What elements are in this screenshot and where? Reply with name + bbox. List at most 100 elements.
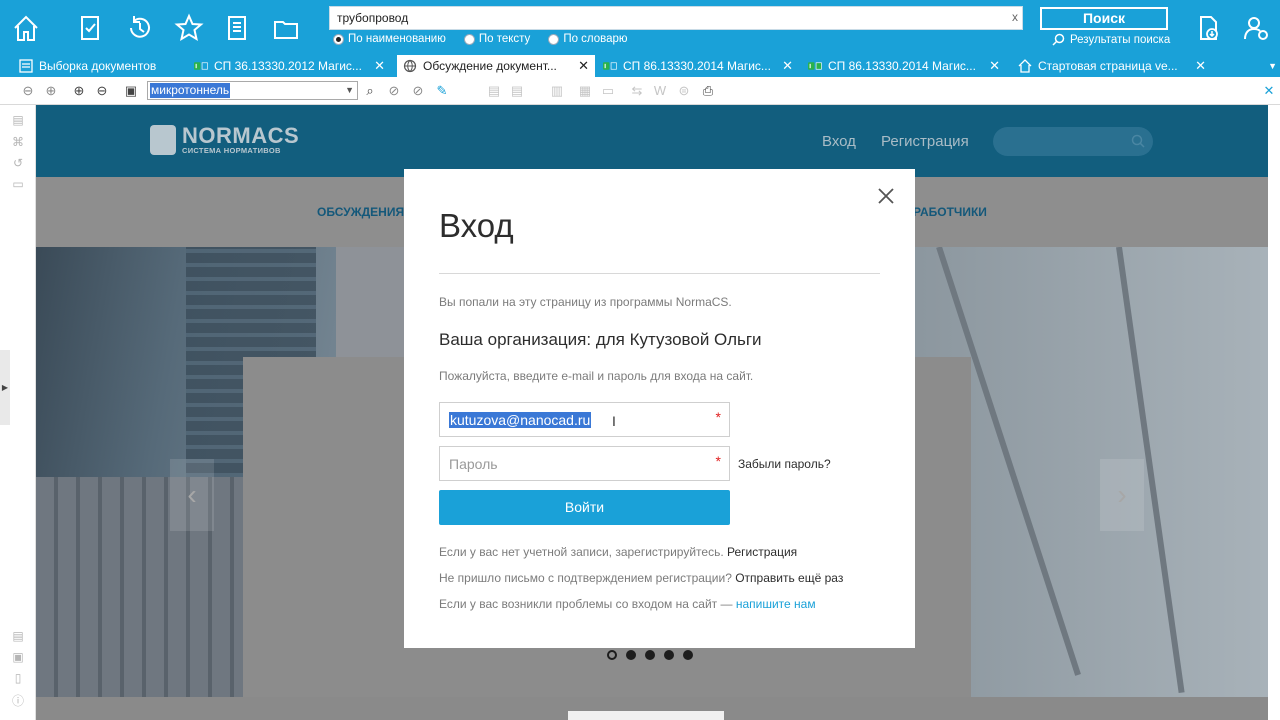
email-value[interactable]: kutuzova@nanocad.ru	[449, 412, 592, 428]
unpin-icon[interactable]: ✕	[1261, 83, 1277, 99]
resize-handle[interactable]	[568, 711, 724, 720]
site-login-link[interactable]: Вход	[822, 133, 856, 150]
page-options-icon[interactable]: ▤	[509, 83, 525, 99]
forward-icon[interactable]: ⊕	[43, 83, 59, 99]
write-us-link[interactable]: напишите нам	[736, 597, 816, 611]
instruction-text: Пожалуйста, введите e-mail и пароль для …	[439, 369, 754, 383]
close-icon[interactable]: ✕	[782, 58, 793, 74]
carousel-dot[interactable]	[683, 650, 693, 660]
user-settings-icon[interactable]	[1238, 10, 1274, 46]
back-icon[interactable]: ⊖	[20, 83, 36, 99]
notebook-icon[interactable]	[219, 10, 255, 46]
close-icon[interactable]: ✕	[374, 58, 385, 74]
print-icon[interactable]: ⎙	[700, 83, 716, 99]
left-side-panel: ▤ ⌘ ↺ ▭ ▶ ▤ ▣ ▯ ⓘ	[0, 105, 36, 720]
history-icon[interactable]: ↺	[11, 156, 25, 170]
find-next-icon[interactable]: ⊘	[410, 83, 426, 99]
star-icon[interactable]	[171, 10, 207, 46]
close-icon[interactable]: ✕	[1195, 58, 1206, 74]
folder-icon[interactable]	[268, 10, 304, 46]
email-field[interactable]: kutuzova@nanocad.ru I *	[439, 402, 730, 437]
bookmark-icon[interactable]: ▦	[577, 83, 593, 99]
radio-icon	[463, 33, 475, 45]
close-icon[interactable]	[877, 187, 895, 205]
history-icon[interactable]	[122, 10, 158, 46]
carousel-dot[interactable]	[626, 650, 636, 660]
word-export-icon[interactable]: W	[652, 83, 668, 99]
building-lower-image	[36, 477, 246, 697]
no-account-line: Если у вас нет учетной записи, зарегистр…	[439, 545, 798, 559]
tab-sp-86-a[interactable]: СП 86.13330.2014 Магис... ✕	[597, 55, 799, 77]
problems-line: Если у вас возникли проблемы со входом н…	[439, 597, 816, 611]
search-input[interactable]	[330, 7, 990, 29]
search-icon[interactable]: ⌕	[362, 83, 378, 99]
find-text-combo[interactable]: микротоннель ▼	[147, 81, 358, 100]
carousel-prev-button[interactable]: ‹	[170, 459, 214, 531]
highlight-icon[interactable]: ✎	[434, 83, 450, 99]
notes-icon[interactable]: ▤	[11, 629, 25, 643]
dialog-title: Вход	[439, 207, 514, 244]
search-mode-by-text[interactable]: По тексту	[463, 33, 530, 45]
checklist-icon[interactable]	[72, 10, 108, 46]
menu-discussions[interactable]: ОБСУЖДЕНИЯ	[317, 205, 404, 219]
zoom-in-icon[interactable]: ⊕	[71, 83, 87, 99]
find-text-value[interactable]: микротоннель	[150, 83, 231, 98]
info-icon[interactable]: ⓘ	[11, 692, 25, 708]
site-header: NORMACS СИСТЕМА НОРМАТИВОВ Вход Регистра…	[36, 105, 1268, 177]
divider	[439, 273, 880, 274]
search-button[interactable]: Поиск	[1040, 7, 1168, 30]
site-logo[interactable]: NORMACS СИСТЕМА НОРМАТИВОВ	[150, 124, 299, 155]
zoom-out-icon[interactable]: ⊖	[94, 83, 110, 99]
info-page-icon[interactable]: ▯	[11, 671, 25, 685]
required-mark: *	[715, 453, 721, 469]
tab-sp-36[interactable]: СП 36.13330.2012 Магис... ✕	[188, 55, 391, 77]
carousel-dot[interactable]	[645, 650, 655, 660]
comment-icon[interactable]: ▭	[600, 83, 616, 99]
close-icon[interactable]: ✕	[989, 58, 1000, 74]
forgot-password-link[interactable]: Забыли пароль?	[738, 457, 831, 471]
tab-document-selection[interactable]: Выборка документов	[13, 55, 190, 77]
site-search-input[interactable]	[993, 127, 1153, 156]
document-toolbar: ⊖ ⊕ ⊕ ⊖ ▣ микротоннель ▼ ⌕ ⊘ ⊘ ✎ ▤ ▤ ▥ ▦…	[0, 77, 1280, 105]
contents-icon[interactable]: ▤	[11, 113, 25, 127]
chevron-down-icon[interactable]: ▼	[345, 85, 354, 95]
close-icon[interactable]: ✕	[578, 58, 589, 74]
document-download-icon[interactable]	[1190, 10, 1226, 46]
document-icon	[808, 59, 822, 73]
tab-start-page[interactable]: Стартовая страница ve... ✕	[1012, 55, 1212, 77]
find-document-icon[interactable]: ▣	[123, 83, 139, 99]
search-results-link[interactable]: Результаты поиска	[1052, 33, 1170, 46]
menu-developers[interactable]: РАБОТЧИКИ	[913, 205, 987, 219]
compare-icon[interactable]: ▥	[549, 83, 565, 99]
search-mode-by-name[interactable]: По наименованию	[333, 33, 446, 45]
tab-discussion[interactable]: Обсуждение документ... ✕	[397, 55, 595, 77]
links-icon[interactable]: ⇆	[629, 83, 645, 99]
tab-sp-86-b[interactable]: СП 86.13330.2014 Магис... ✕	[802, 55, 1006, 77]
tab-strip: Выборка документов СП 36.13330.2012 Маги…	[0, 55, 1280, 77]
source-note: Вы попали на эту страницу из программы N…	[439, 295, 732, 309]
find-previous-icon[interactable]: ⊘	[386, 83, 402, 99]
carousel-dot[interactable]	[664, 650, 674, 660]
structure-icon[interactable]: ⌘	[11, 135, 25, 149]
web-icon[interactable]: ⊜	[676, 83, 692, 99]
site-register-link[interactable]: Регистрация	[881, 133, 969, 150]
document-icon	[194, 59, 208, 73]
page-icon[interactable]: ▤	[486, 83, 502, 99]
search-mode-by-dictionary[interactable]: По словарю	[548, 33, 628, 45]
carousel-dot[interactable]	[607, 650, 617, 660]
clear-search-button[interactable]: x	[1012, 10, 1018, 24]
login-button[interactable]: Войти	[439, 490, 730, 525]
carousel-next-button[interactable]: ›	[1100, 459, 1144, 531]
password-placeholder: Пароль	[449, 456, 498, 472]
password-field[interactable]: Пароль *	[439, 446, 730, 481]
search-icon[interactable]	[1131, 134, 1145, 148]
register-link[interactable]: Регистрация	[727, 545, 797, 559]
comments-icon[interactable]: ▭	[11, 177, 25, 191]
tab-list-arrow-icon[interactable]: ▼	[1268, 61, 1277, 71]
document-icon	[603, 59, 617, 73]
expand-panel-icon[interactable]: ▶	[0, 350, 10, 425]
lock-icon[interactable]: ▣	[11, 650, 25, 664]
home-icon[interactable]	[8, 10, 44, 46]
required-mark: *	[715, 409, 721, 425]
resend-link[interactable]: Отправить ещё раз	[735, 571, 843, 585]
